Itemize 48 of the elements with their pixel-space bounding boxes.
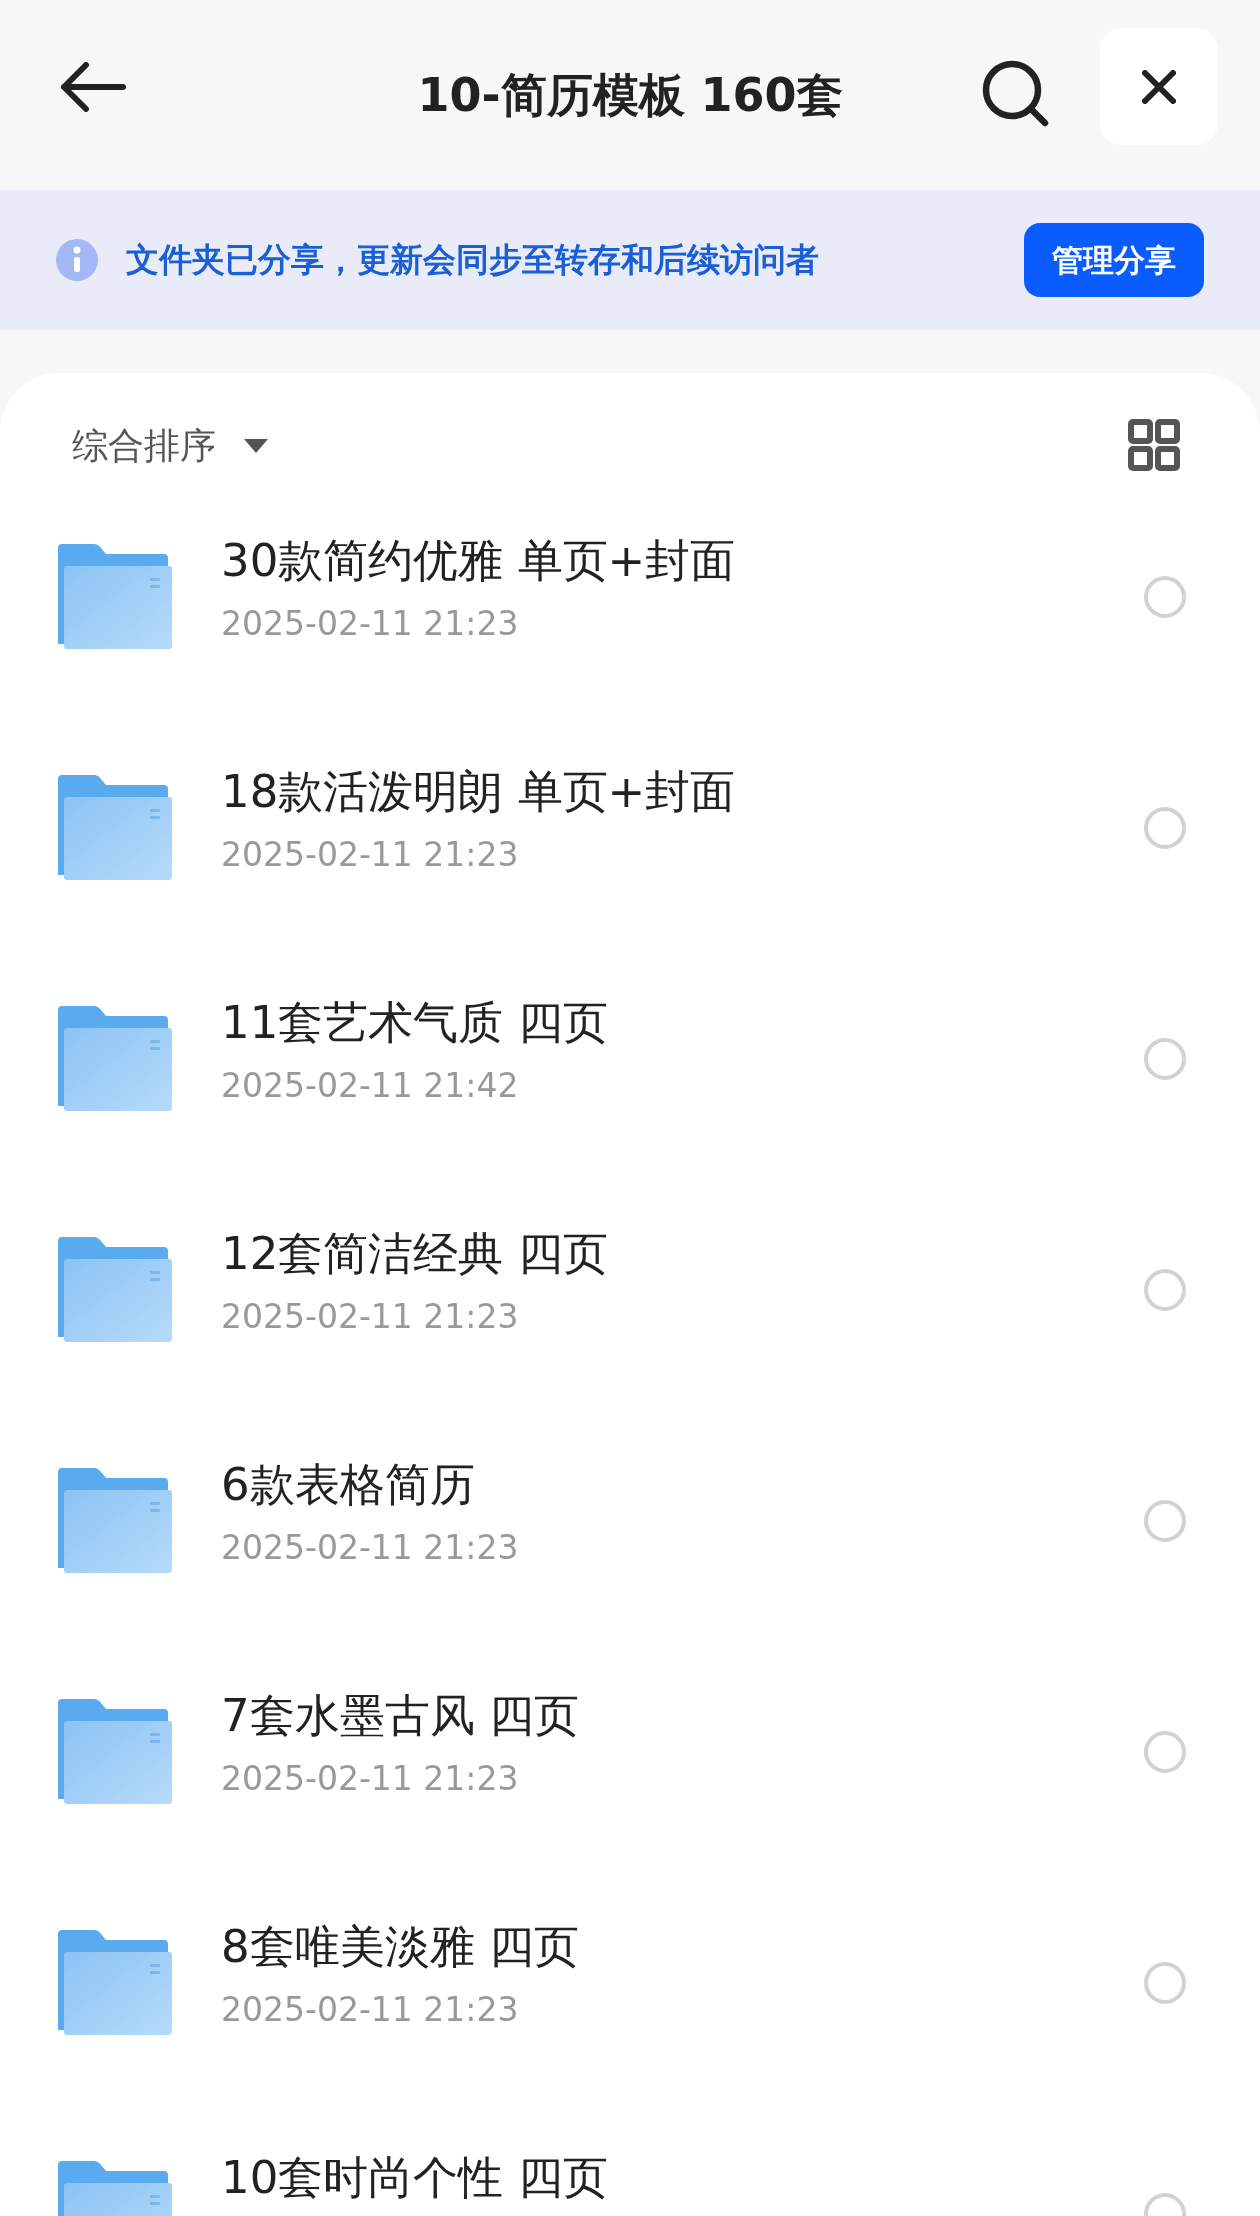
folder-icon [58,1468,172,1573]
select-checkbox[interactable] [1144,1037,1186,1080]
folder-name: 30款简约优雅 单页+封面 [221,536,737,585]
select-checkbox[interactable] [1144,1961,1186,2004]
select-checkbox[interactable] [1144,806,1186,849]
folder-name: 11套艺术气质 四页 [221,998,609,1047]
folder-name: 18款活泼明朗 单页+封面 [221,767,737,816]
modified-date: 2025-02-11 21:42 [221,1066,520,1105]
info-icon [56,239,98,281]
modified-date: 2025-02-11 21:23 [221,1297,520,1336]
modified-date: 2025-02-11 21:23 [221,835,520,874]
close-icon [1142,69,1176,104]
modified-date: 2025-02-11 21:23 [221,1528,520,1567]
folder-row[interactable]: 8套唯美淡雅 四页 2025-02-11 21:23 [0,1867,1260,2098]
select-checkbox[interactable] [1144,575,1186,618]
folder-name: 6款表格简历 [221,1460,476,1509]
select-checkbox[interactable] [1144,1730,1186,1773]
sort-dropdown[interactable]: 综合排序 [72,419,268,473]
page-title: 10-简历模板 160套 [417,66,843,124]
folder-name: 7套水墨古风 四页 [221,1691,580,1740]
folder-name: 10套时尚个性 四页 [221,2153,609,2202]
folder-row[interactable]: 12套简洁经典 四页 2025-02-11 21:23 [0,1174,1260,1405]
close-button[interactable] [1100,28,1218,145]
folder-row[interactable]: 11套艺术气质 四页 2025-02-11 21:42 [0,943,1260,1174]
modified-date: 2025-02-11 21:23 [221,1990,520,2029]
grid-view-icon[interactable] [1128,419,1180,471]
modified-date: 2025-02-11 21:23 [221,1759,520,1798]
share-message: 文件夹已分享，更新会同步至转存和后续访问者 [126,239,819,282]
manage-share-button[interactable]: 管理分享 [1024,223,1204,297]
folder-row[interactable]: 7套水墨古风 四页 2025-02-11 21:23 [0,1636,1260,1867]
folder-name: 12套简洁经典 四页 [221,1229,609,1278]
folder-icon [58,1699,172,1804]
folder-row[interactable]: 6款表格简历 2025-02-11 21:23 [0,1405,1260,1636]
folder-icon [58,544,172,649]
dropdown-caret-icon [244,439,268,453]
search-icon [981,59,1051,129]
folder-row[interactable]: 30款简约优雅 单页+封面 2025-02-11 21:23 [0,481,1260,712]
folder-icon [58,775,172,880]
folder-icon [58,1930,172,2035]
back-arrow-icon [60,62,126,112]
select-checkbox[interactable] [1144,1499,1186,1542]
folder-row[interactable]: 18款活泼明朗 单页+封面 2025-02-11 21:23 [0,712,1260,943]
select-checkbox[interactable] [1144,1268,1186,1311]
folder-icon [58,1006,172,1111]
folder-row[interactable]: 10套时尚个性 四页 [0,2098,1260,2216]
folder-name: 8套唯美淡雅 四页 [221,1922,580,1971]
folder-icon [58,1237,172,1342]
modified-date: 2025-02-11 21:23 [221,604,520,643]
